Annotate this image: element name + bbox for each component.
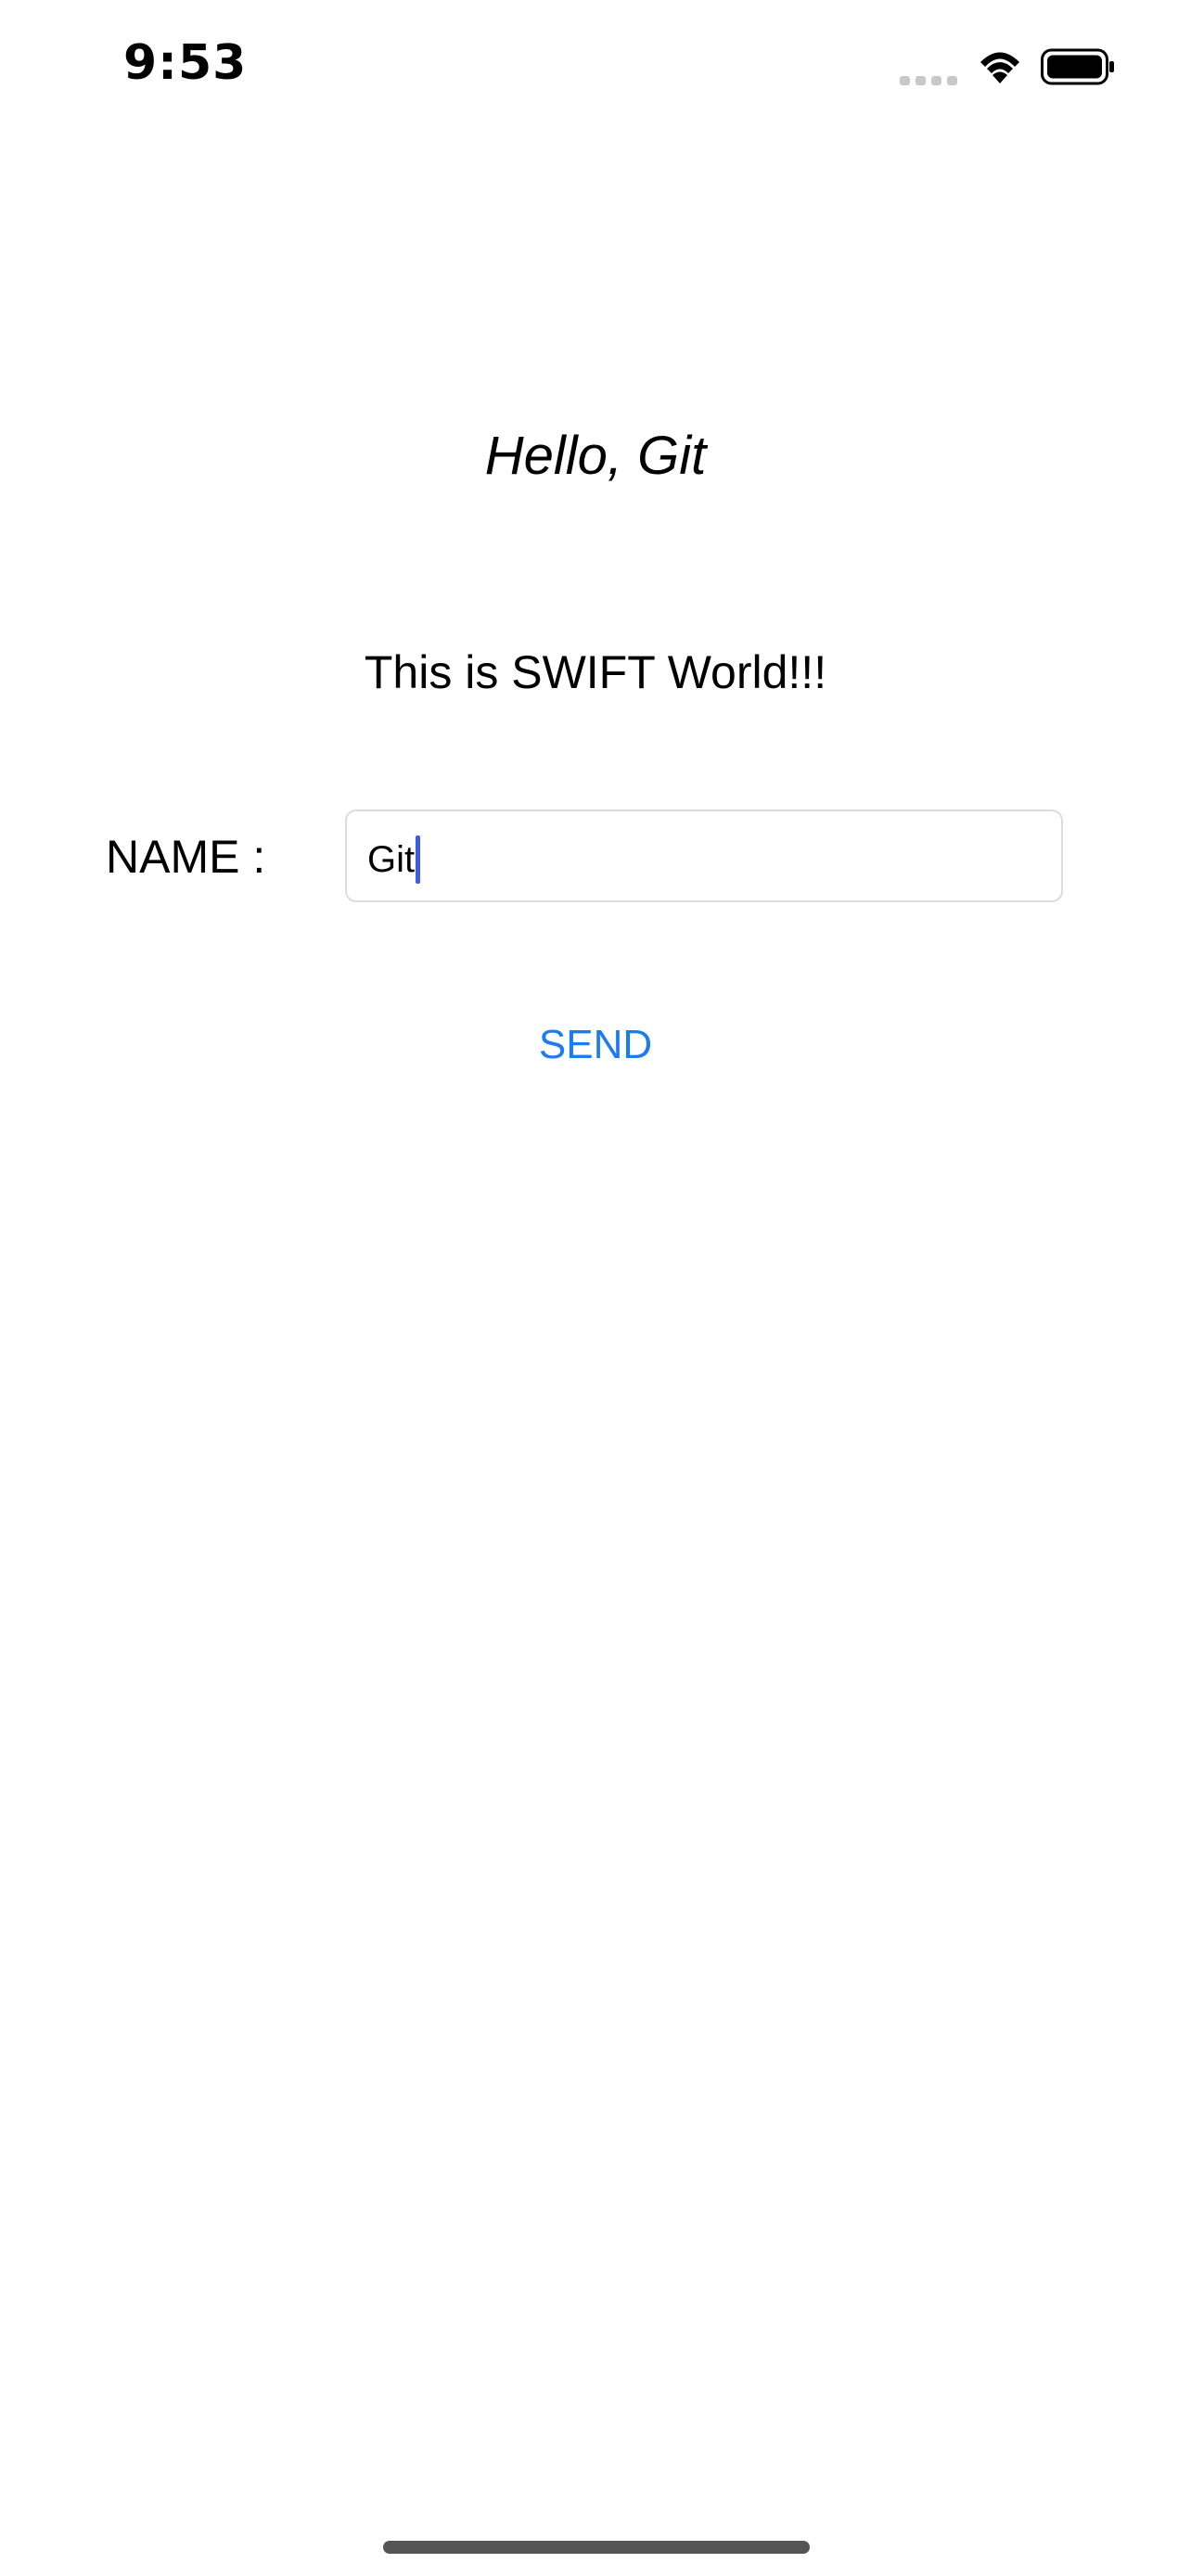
subtitle-label: This is SWIFT World!!! [364, 646, 827, 698]
battery-icon [1041, 48, 1114, 85]
text-caret [416, 835, 421, 884]
home-indicator[interactable] [383, 2541, 810, 2554]
name-input-value: Git [367, 835, 421, 884]
status-time: 9:53 [123, 35, 248, 91]
name-label: NAME : [106, 831, 266, 883]
status-bar: 9:53 [0, 0, 1191, 139]
wifi-icon [980, 52, 1019, 83]
name-input[interactable]: Git [345, 810, 1063, 902]
name-input-text: Git [367, 839, 416, 880]
cellular-signal-icon [900, 76, 957, 85]
greeting-label: Hello, Git [484, 426, 707, 486]
send-button[interactable]: SEND [0, 1022, 1191, 1068]
